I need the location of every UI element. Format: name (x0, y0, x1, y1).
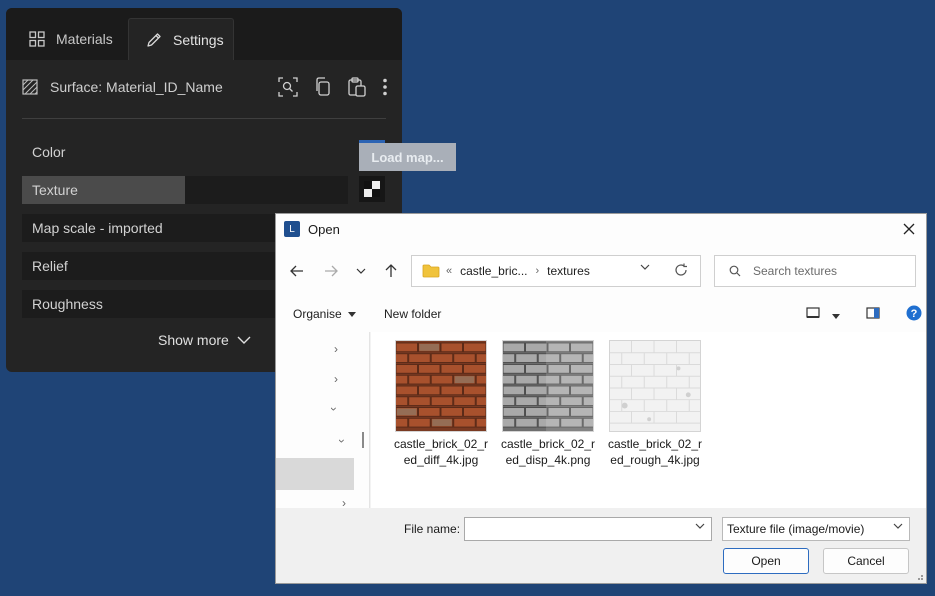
file-type-select[interactable]: Texture file (image/movie) (722, 517, 910, 541)
back-arrow-icon[interactable] (286, 258, 308, 284)
dialog-titlebar: L Open (276, 214, 926, 244)
breadcrumb-overflow[interactable]: « (446, 265, 452, 277)
refresh-icon[interactable] (674, 263, 688, 277)
new-folder-label: New folder (384, 307, 442, 321)
expand-chevron-icon[interactable]: › (334, 342, 338, 356)
file-name-label: File name: (404, 522, 461, 536)
property-roughness-label: Roughness (32, 296, 103, 312)
tab-bar: Materials Settings (6, 8, 402, 60)
load-map-tooltip-text: Load map... (371, 149, 444, 165)
nav-selected-item[interactable] (276, 458, 354, 490)
show-more-button[interactable]: Show more (158, 332, 251, 348)
property-map-scale-label: Map scale - imported (32, 220, 163, 236)
collapse-chevron-icon[interactable]: › (327, 407, 341, 411)
folder-icon (422, 264, 440, 278)
tab-materials[interactable]: Materials (28, 18, 113, 60)
file-type-value: Texture file (image/movie) (727, 522, 865, 536)
file-list: castle_brick_02_red_diff_4k.jpg castle_b… (371, 332, 926, 508)
expand-chevron-icon[interactable]: › (334, 372, 338, 386)
svg-text:?: ? (911, 308, 918, 320)
navigation-pane[interactable]: › › › › › (276, 332, 370, 510)
view-mode-caret-icon[interactable] (832, 308, 840, 322)
pencil-icon (145, 31, 163, 49)
surface-label: Surface: Material_ID_Name (50, 79, 223, 95)
help-icon[interactable]: ? (906, 305, 922, 324)
open-button-label: Open (751, 554, 781, 568)
property-texture[interactable]: Texture (22, 176, 348, 204)
dialog-footer: File name: Texture file (image/movie) Op… (276, 508, 926, 583)
search-box[interactable]: Search textures (714, 255, 916, 287)
property-texture-label: Texture (32, 182, 78, 198)
search-placeholder: Search textures (753, 264, 838, 278)
texture-map-button[interactable] (359, 176, 385, 202)
thumbnail-displacement (502, 340, 594, 432)
preview-pane-icon[interactable] (866, 307, 880, 322)
chevron-down-icon (237, 336, 251, 344)
chevron-down-icon (893, 523, 903, 529)
file-name-field[interactable] (464, 517, 712, 541)
surface-hatch-icon (22, 79, 38, 95)
organise-button[interactable]: Organise (293, 307, 356, 321)
copy-icon[interactable] (314, 77, 332, 97)
tab-materials-label: Materials (56, 31, 113, 47)
collapse-chevron-icon[interactable]: › (335, 439, 349, 443)
file-item[interactable]: castle_brick_02_red_rough_4k.jpg (605, 340, 705, 468)
thumbnail-red-brick (395, 340, 487, 432)
recent-locations-chevron-icon[interactable] (350, 258, 372, 284)
chevron-down-icon[interactable] (695, 523, 705, 529)
file-name: castle_brick_02_red_rough_4k.jpg (607, 437, 703, 467)
property-color[interactable]: Color (22, 138, 348, 166)
new-folder-button[interactable]: New folder (384, 307, 441, 321)
organise-label: Organise (293, 307, 342, 321)
nav-scrollbar[interactable] (362, 432, 364, 448)
breadcrumb-parent[interactable]: castle_bric... (460, 264, 527, 278)
cancel-button[interactable]: Cancel (823, 548, 909, 574)
navigation-bar: « castle_bric... › textures Search textu… (276, 244, 926, 298)
address-dropdown-icon[interactable] (640, 264, 650, 270)
open-button[interactable]: Open (723, 548, 809, 574)
thumbnail-roughness (609, 340, 701, 432)
paste-icon[interactable] (348, 77, 366, 97)
resize-grip-icon[interactable] (915, 572, 923, 580)
address-bar[interactable]: « castle_bric... › textures (411, 255, 701, 287)
property-color-label: Color (32, 144, 66, 160)
surface-header: Surface: Material_ID_Name (22, 74, 388, 100)
forward-arrow-icon[interactable] (320, 258, 342, 284)
tab-settings[interactable]: Settings (128, 18, 234, 60)
app-icon: L (284, 221, 300, 237)
file-name: castle_brick_02_red_diff_4k.jpg (393, 437, 489, 467)
caret-down-icon (347, 311, 356, 317)
dialog-title: Open (308, 221, 340, 237)
command-bar: Organise New folder ? (276, 298, 926, 332)
open-file-dialog: L Open « castle_bric... › textures Searc… (275, 213, 927, 584)
file-name: castle_brick_02_red_disp_4k.png (500, 437, 596, 467)
tab-settings-label: Settings (173, 31, 224, 48)
show-more-label: Show more (158, 332, 229, 348)
divider (22, 118, 386, 119)
search-icon (729, 265, 741, 277)
more-options-icon[interactable] (382, 78, 388, 96)
load-map-tooltip: Load map... (359, 143, 456, 171)
pick-material-icon[interactable] (278, 77, 298, 97)
close-icon[interactable] (900, 220, 918, 238)
property-relief-label: Relief (32, 258, 68, 274)
view-mode-icon[interactable] (806, 307, 820, 322)
up-arrow-icon[interactable] (380, 258, 402, 284)
surface-actions (278, 74, 388, 100)
cancel-button-label: Cancel (847, 554, 885, 568)
breadcrumb-current[interactable]: textures (547, 264, 590, 278)
checker-icon (364, 181, 380, 197)
view-controls: ? (806, 305, 922, 324)
breadcrumb-separator-icon: › (535, 265, 540, 277)
file-item[interactable]: castle_brick_02_red_disp_4k.png (498, 340, 598, 468)
grid-icon (28, 30, 46, 48)
file-item[interactable]: castle_brick_02_red_diff_4k.jpg (391, 340, 491, 468)
